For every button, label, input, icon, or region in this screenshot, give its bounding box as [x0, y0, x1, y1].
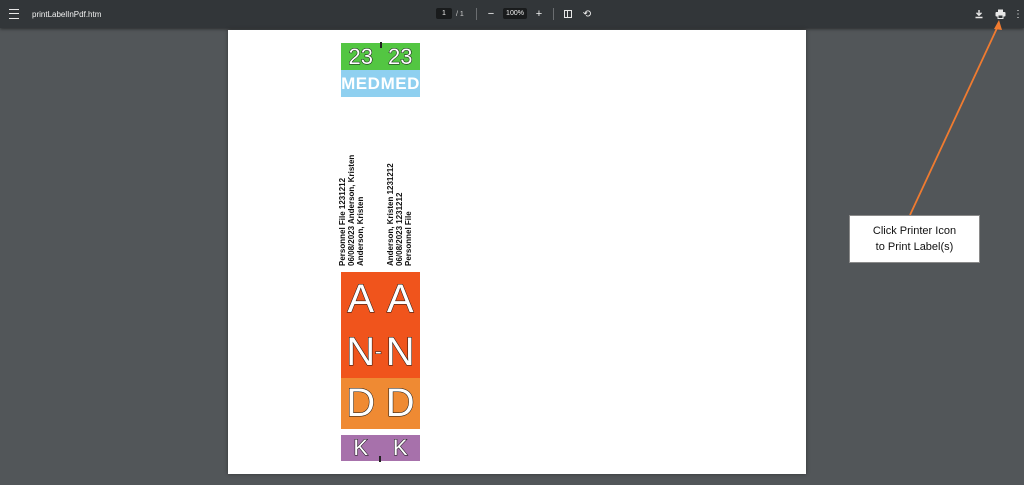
print-instruction-callout: Click Printer Icon to Print Label(s) [849, 215, 980, 263]
